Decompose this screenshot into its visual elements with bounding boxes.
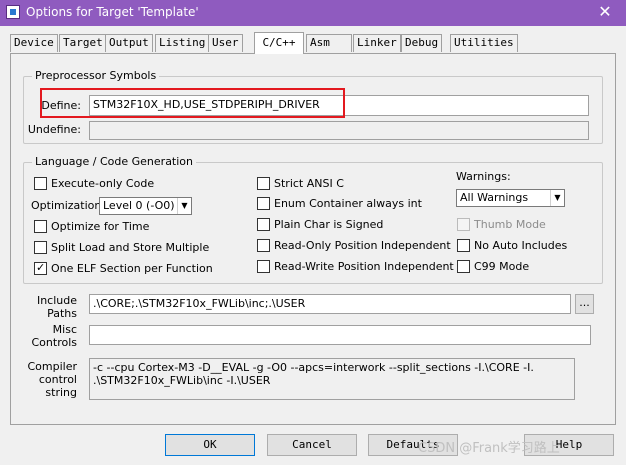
title-bar: Options for Target 'Template' ✕ bbox=[0, 0, 626, 26]
tab-asm[interactable]: Asm bbox=[306, 34, 352, 52]
app-icon bbox=[6, 5, 20, 19]
no-auto-includes-checkbox[interactable] bbox=[457, 239, 470, 252]
compiler-control-label-line3: string bbox=[45, 386, 77, 399]
preprocessor-group-title: Preprocessor Symbols bbox=[32, 69, 160, 82]
checkmark-icon: ✓ bbox=[36, 261, 46, 274]
misc-controls-field[interactable] bbox=[89, 325, 591, 345]
warnings-label: Warnings: bbox=[456, 170, 511, 183]
language-group-title: Language / Code Generation bbox=[32, 155, 197, 168]
include-paths-label: Include Paths bbox=[25, 294, 77, 320]
compiler-control-label-line1: Compiler bbox=[27, 360, 77, 373]
tab-utilities[interactable]: Utilities bbox=[450, 34, 518, 52]
split-load-checkbox[interactable] bbox=[34, 241, 47, 254]
include-paths-label-line2: Paths bbox=[47, 307, 77, 320]
cancel-button[interactable]: Cancel bbox=[267, 434, 357, 456]
c99-mode-checkbox[interactable] bbox=[457, 260, 470, 273]
compiler-control-string: -c --cpu Cortex-M3 -D__EVAL -g -O0 --apc… bbox=[89, 358, 575, 400]
tab-target[interactable]: Target bbox=[59, 34, 107, 52]
tab-panel-c-cpp: Preprocessor Symbols Define: STM32F10X_H… bbox=[10, 53, 616, 425]
compiler-control-label: Compiler control string bbox=[25, 360, 77, 399]
optimization-select[interactable]: Level 0 (-O0) ▼ bbox=[99, 197, 192, 215]
optimization-value: Level 0 (-O0) bbox=[103, 199, 175, 212]
tab-strip: Device Target Output Listing User C/C++ … bbox=[10, 32, 616, 54]
browse-include-button[interactable]: ... bbox=[575, 294, 594, 314]
watermark-text: CSDN @Frank学习路上 bbox=[418, 441, 560, 456]
chevron-down-icon: ▼ bbox=[177, 198, 191, 214]
tab-c-cpp[interactable]: C/C++ bbox=[254, 32, 304, 54]
enum-container-checkbox[interactable] bbox=[257, 197, 270, 210]
thumb-mode-checkbox bbox=[457, 218, 470, 231]
tab-device[interactable]: Device bbox=[10, 34, 58, 52]
optimize-time-checkbox[interactable] bbox=[34, 220, 47, 233]
warnings-value: All Warnings bbox=[460, 191, 529, 204]
c99-mode-label: C99 Mode bbox=[474, 260, 530, 273]
tab-listing[interactable]: Listing bbox=[155, 34, 210, 52]
ok-button[interactable]: OK bbox=[165, 434, 255, 456]
strict-ansi-checkbox[interactable] bbox=[257, 177, 270, 190]
tab-debug[interactable]: Debug bbox=[401, 34, 443, 52]
undefine-field[interactable] bbox=[89, 121, 589, 140]
rw-pos-label: Read-Write Position Independent bbox=[274, 260, 454, 273]
one-elf-label: One ELF Section per Function bbox=[51, 262, 213, 275]
enum-container-label: Enum Container always int bbox=[274, 197, 422, 210]
window-title: Options for Target 'Template' bbox=[26, 5, 199, 19]
chevron-down-icon: ▼ bbox=[550, 190, 564, 206]
misc-controls-label-line2: Controls bbox=[31, 336, 78, 349]
one-elf-checkbox[interactable]: ✓ bbox=[34, 261, 47, 275]
strict-ansi-label: Strict ANSI C bbox=[274, 177, 344, 190]
ro-pos-checkbox[interactable] bbox=[257, 239, 270, 252]
split-load-label: Split Load and Store Multiple bbox=[51, 241, 210, 254]
misc-controls-label: Misc Controls bbox=[25, 323, 78, 349]
include-paths-label-line1: Include bbox=[36, 294, 77, 307]
no-auto-includes-label: No Auto Includes bbox=[474, 239, 568, 252]
plain-char-label: Plain Char is Signed bbox=[274, 218, 384, 231]
rw-pos-checkbox[interactable] bbox=[257, 260, 270, 273]
execute-only-checkbox[interactable] bbox=[34, 177, 47, 190]
include-paths-field[interactable]: .\CORE;.\STM32F10x_FWLib\inc;.\USER bbox=[89, 294, 571, 314]
compiler-control-label-line2: control bbox=[38, 373, 77, 386]
execute-only-label: Execute-only Code bbox=[51, 177, 155, 190]
undefine-label: Undefine: bbox=[27, 123, 81, 136]
close-icon[interactable]: ✕ bbox=[596, 3, 614, 21]
define-highlight-box bbox=[40, 88, 345, 118]
thumb-mode-label: Thumb Mode bbox=[474, 218, 546, 231]
tab-user[interactable]: User bbox=[208, 34, 243, 52]
tab-linker[interactable]: Linker bbox=[353, 34, 401, 52]
tab-output[interactable]: Output bbox=[105, 34, 153, 52]
ro-pos-label: Read-Only Position Independent bbox=[274, 239, 451, 252]
plain-char-checkbox[interactable] bbox=[257, 218, 270, 231]
warnings-select[interactable]: All Warnings ▼ bbox=[456, 189, 565, 207]
optimization-label: Optimization: bbox=[31, 199, 106, 212]
optimize-time-label: Optimize for Time bbox=[51, 220, 150, 233]
misc-controls-label-line1: Misc bbox=[52, 323, 77, 336]
